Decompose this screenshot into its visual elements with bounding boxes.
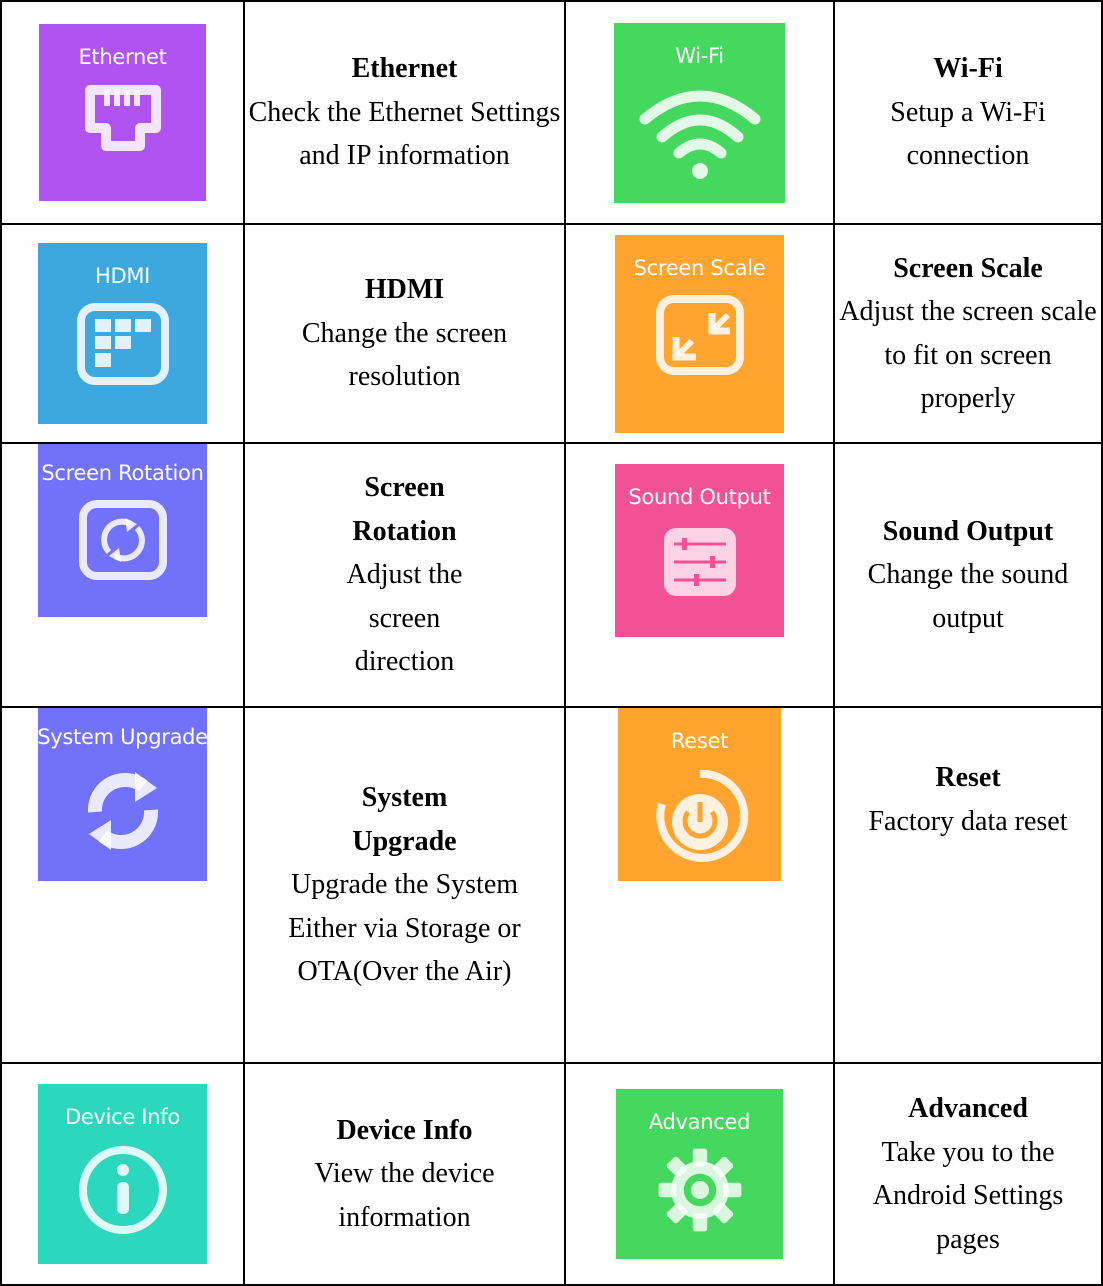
table-row: System Upgrade System Upgrade Upgrade th… [0,706,1103,1064]
tile-cell: Ethernet [0,0,245,225]
tile-label: Sound Output [628,485,771,509]
tile-cell: Wi-Fi [564,0,835,225]
table-row: HDMI HDMI Change the screen resolution S… [0,223,1103,444]
tile-label: HDMI [94,264,151,288]
description-cell: Wi-Fi Setup a Wi-Fi connection [833,0,1103,225]
tile-label: Advanced [648,1110,751,1134]
description-cell: HDMI Change the screen resolution [243,223,566,444]
tile-label: Wi-Fi [675,43,724,68]
tile-cell: Screen Rotation [0,442,245,708]
item-title: Wi-Fi [933,53,1003,85]
wifi-tile[interactable]: Wi-Fi [614,22,785,203]
item-description: Check the Ethernet Settings and IP infor… [248,96,561,172]
tile-cell: Reset [564,706,835,1064]
description-cell: Screen Rotation Adjust the screen direct… [243,442,566,708]
description-cell: Screen Scale Adjust the screen scale to … [833,223,1103,444]
tile-cell: Screen Scale [564,223,835,444]
tile-cell: HDMI [0,223,245,444]
gear-icon [658,1148,741,1232]
table-row: Screen Rotation Screen Rotation Adjust t… [0,442,1103,708]
description-cell: Reset Factory data reset [833,706,1103,1064]
item-description: Adjust the screen scale to fit on screen… [839,296,1097,414]
item-description: Setup a Wi-Fi connection [890,96,1046,172]
tile-cell: System Upgrade [0,706,245,1064]
item-title: Advanced [908,1093,1028,1124]
item-title: HDMI [364,274,445,306]
screen-rotation-icon [78,500,167,580]
item-title: Screen Rotation [352,472,457,547]
item-description: Change the sound output [867,559,1069,634]
settings-table: Ethernet Ethernet Check the Ethernet Set… [0,0,1103,1286]
screen-scale-icon [655,294,744,375]
description-cell: Device Info View the device information [243,1062,566,1286]
item-title: Screen Scale [893,252,1043,284]
item-title: Device Info [336,1114,473,1146]
hdmi-icon [76,303,169,385]
tile-label: System Upgrade [37,725,208,749]
item-description: Change the screen resolution [301,317,508,393]
system-upgrade-icon [87,772,158,850]
item-description: Factory data reset [868,805,1068,837]
ethernet-icon [84,85,161,151]
description-cell: System Upgrade Upgrade the System Either… [243,706,566,1064]
screen-rotation-tile[interactable]: Screen Rotation [38,444,207,617]
item-description: Adjust the screen direction [346,559,463,678]
tile-label: Device Info [65,1105,180,1129]
sound-output-tile[interactable]: Sound Output [615,464,784,637]
description-cell: Ethernet Check the Ethernet Settings and… [243,0,566,225]
reset-icon [655,769,748,862]
device-info-tile[interactable]: Device Info [38,1084,207,1264]
tile-cell: Device Info [0,1062,245,1286]
sound-output-icon [663,528,736,596]
item-description: Take you to the Android Settings pages [872,1136,1064,1255]
item-title: Ethernet [351,53,458,85]
system-upgrade-tile[interactable]: System Upgrade [37,708,208,881]
item-title: System Upgrade [352,782,457,857]
screen-scale-tile[interactable]: Screen Scale [615,234,784,433]
item-title: Sound Output [882,515,1054,547]
item-description: View the device information [314,1158,495,1233]
description-cell: Sound Output Change the sound output [833,442,1103,708]
tile-label: Ethernet [78,45,167,69]
tile-cell: Sound Output [564,442,835,708]
table-row: Ethernet Ethernet Check the Ethernet Set… [0,0,1103,225]
description-cell: Advanced Take you to the Android Setting… [833,1062,1103,1286]
ethernet-tile[interactable]: Ethernet [39,24,206,201]
hdmi-tile[interactable]: HDMI [38,243,207,424]
wifi-icon [639,90,760,179]
device-info-icon [78,1146,167,1234]
tile-label: Screen Scale [633,255,766,280]
item-title: Reset [935,762,1001,793]
table-row: Device Info Device Info View the device … [0,1062,1103,1286]
reset-tile[interactable]: Reset [618,708,781,881]
tile-label: Screen Rotation [41,461,204,485]
tile-cell: Advanced [564,1062,835,1286]
advanced-tile[interactable]: Advanced [616,1089,783,1259]
tile-label: Reset [670,729,729,753]
item-description: Upgrade the System Either via Storage or… [288,869,521,988]
